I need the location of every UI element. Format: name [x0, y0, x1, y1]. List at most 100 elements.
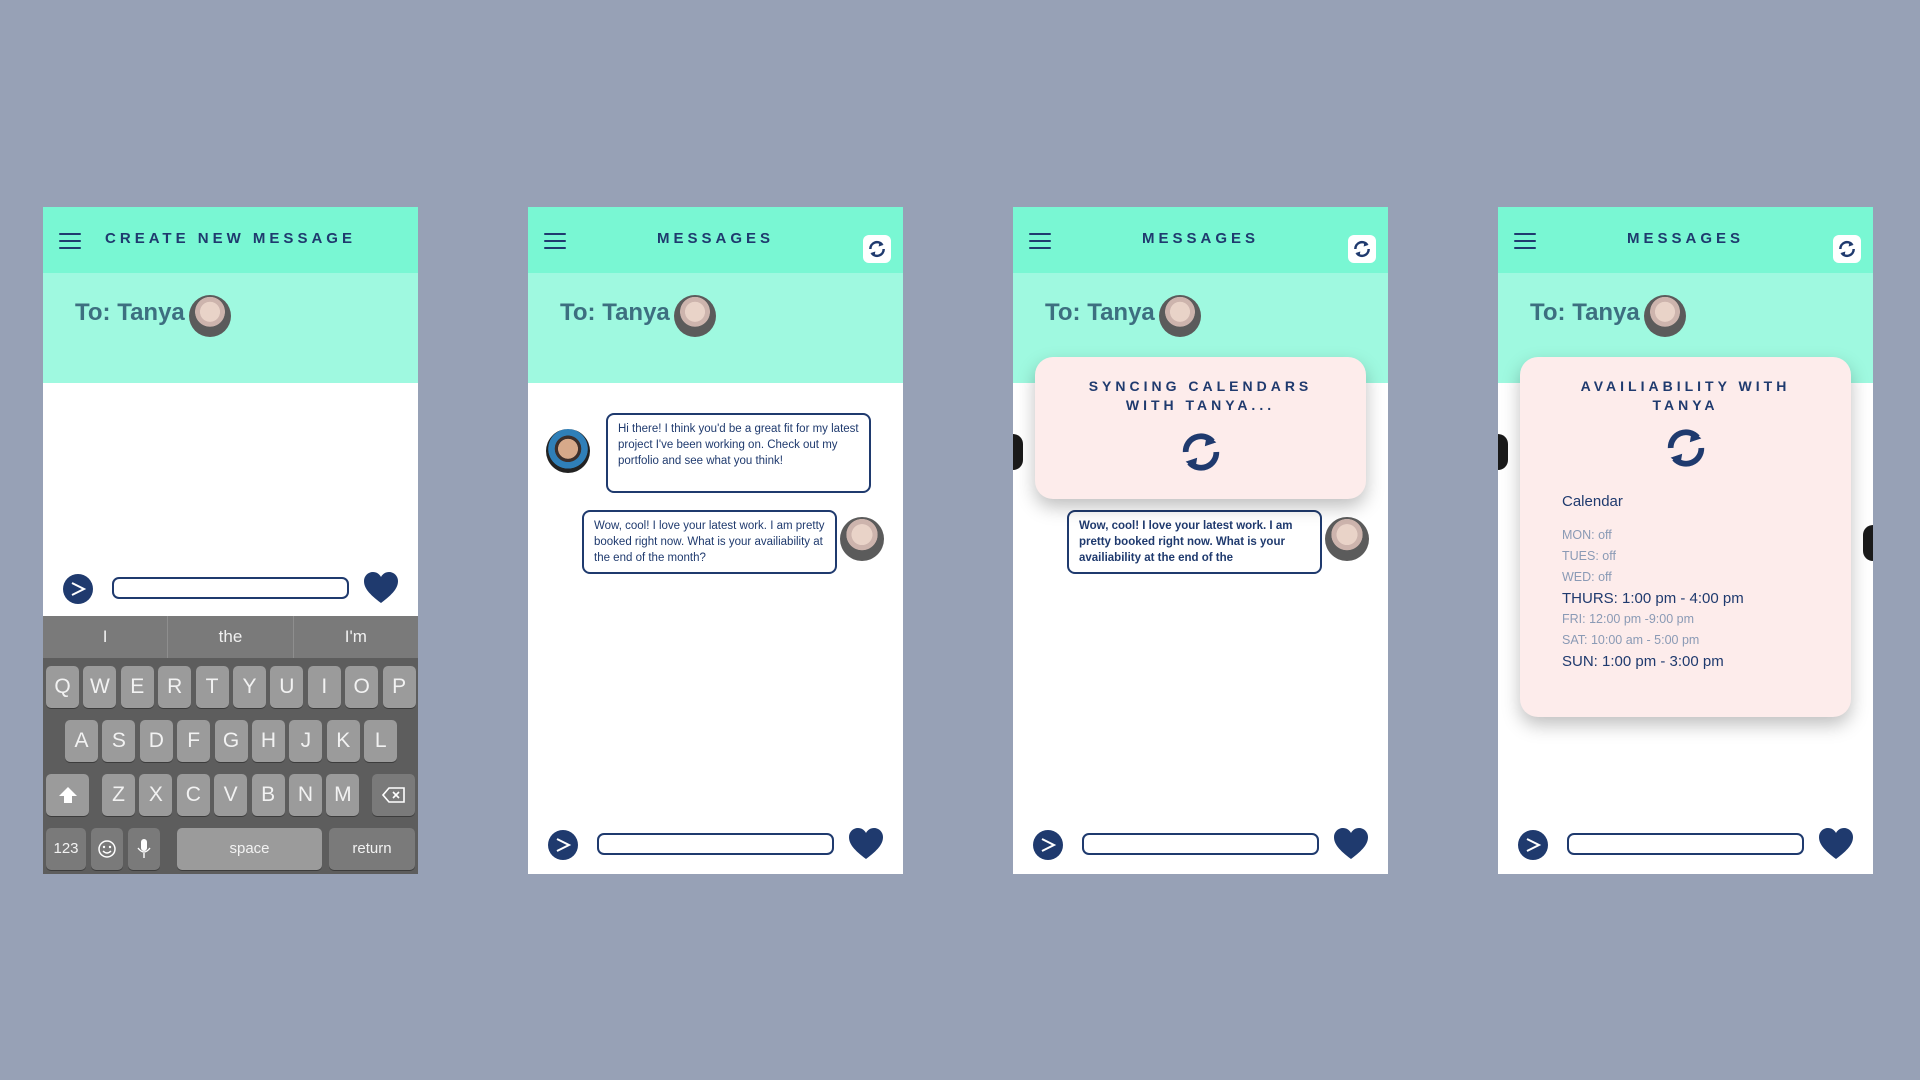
key-d[interactable]: D — [139, 720, 173, 762]
page-title: MESSAGES — [656, 230, 775, 247]
calendar-row: MON: off — [1562, 528, 1612, 542]
send-button[interactable] — [1518, 830, 1548, 860]
key-j[interactable]: J — [289, 720, 323, 762]
message-composer — [528, 824, 903, 864]
microphone-icon — [137, 839, 151, 858]
space-key[interactable]: space — [177, 828, 322, 870]
key-m[interactable]: M — [326, 774, 360, 816]
calendar-row: SUN: 1:00 pm - 3:00 pm — [1562, 653, 1724, 670]
send-button[interactable] — [548, 830, 578, 860]
key-i[interactable]: I — [307, 666, 341, 708]
header-bar: MESSAGES — [528, 207, 903, 273]
sync-button[interactable] — [1833, 235, 1861, 263]
key-z[interactable]: Z — [102, 774, 135, 816]
send-icon — [1041, 838, 1057, 852]
key-q[interactable]: Q — [46, 666, 79, 708]
message-bubble-reply: Wow, cool! I love your latest work. I am… — [1067, 510, 1322, 574]
key-e[interactable]: E — [120, 666, 154, 708]
keyboard: I the I'm QWERTYUIOP ASDFGHJKL ZXCVBNM 1… — [43, 616, 418, 874]
return-key[interactable]: return — [329, 828, 415, 870]
header-bar: CREATE NEW MESSAGE — [43, 207, 418, 273]
avatar — [1863, 525, 1873, 561]
message-bubble-reply: Wow, cool! I love your latest work. I am… — [582, 510, 837, 574]
recipient-label: To: Tanya — [75, 299, 185, 326]
key-p[interactable]: P — [382, 666, 416, 708]
emoji-key[interactable] — [91, 828, 123, 870]
key-l[interactable]: L — [364, 720, 398, 762]
key-u[interactable]: U — [270, 666, 304, 708]
sender-avatar — [1013, 434, 1023, 470]
sender-avatar — [546, 429, 590, 473]
sync-icon — [869, 240, 885, 258]
microphone-key[interactable] — [128, 828, 160, 870]
key-k[interactable]: K — [326, 720, 360, 762]
message-input[interactable] — [1082, 833, 1319, 855]
key-n[interactable]: N — [289, 774, 322, 816]
suggestion-item[interactable]: I — [43, 616, 169, 658]
calendar-list: MON: off TUES: off WED: off THURS: 1:00 pm … — [1562, 525, 1744, 672]
emoji-icon — [98, 840, 116, 858]
backspace-icon — [381, 787, 405, 803]
key-r[interactable]: R — [158, 666, 192, 708]
sender-avatar — [1498, 434, 1508, 470]
calendar-row: TUES: off — [1562, 549, 1616, 563]
backspace-key[interactable] — [372, 774, 415, 816]
heart-icon[interactable] — [363, 571, 399, 605]
key-y[interactable]: Y — [233, 666, 266, 708]
screen-create-new-message: CREATE NEW MESSAGE To: Tanya I the I'm Q… — [43, 207, 418, 874]
send-button[interactable] — [1033, 830, 1063, 860]
shift-icon — [58, 787, 77, 803]
heart-icon[interactable] — [1818, 827, 1854, 861]
sync-button[interactable] — [1348, 235, 1376, 263]
sync-button[interactable] — [863, 235, 891, 263]
recipient-area: To: Tanya — [43, 273, 418, 383]
send-button[interactable] — [63, 574, 93, 604]
calendar-row: SAT: 10:00 am - 5:00 pm — [1562, 633, 1700, 647]
page-title: MESSAGES — [1141, 230, 1260, 247]
recipient-label: To: Tanya — [1530, 299, 1640, 326]
sync-icon — [1839, 240, 1855, 258]
keyboard-row-3: ZXCVBNM — [43, 774, 418, 816]
send-icon — [71, 582, 87, 596]
screen-syncing: MESSAGES To: Tanya Wow, cool! I love you… — [1013, 207, 1388, 874]
heart-icon[interactable] — [1333, 827, 1369, 861]
syncing-dialog: SYNCING CALENDARS WITH TANYA... — [1035, 357, 1366, 499]
key-s[interactable]: S — [102, 720, 136, 762]
recipient-label: To: Tanya — [1045, 299, 1155, 326]
key-x[interactable]: X — [139, 774, 173, 816]
key-g[interactable]: G — [214, 720, 248, 762]
suggestion-item[interactable]: the — [168, 616, 294, 658]
key-c[interactable]: C — [176, 774, 210, 816]
numbers-key[interactable]: 123 — [46, 828, 86, 870]
header-bar: MESSAGES — [1013, 207, 1388, 273]
dialog-title: SYNCING CALENDARS WITH TANYA... — [1088, 378, 1313, 413]
shift-key[interactable] — [46, 774, 89, 816]
keyboard-row-2: ASDFGHJKL — [43, 720, 418, 762]
calendar-row: FRI: 12:00 pm -9:00 pm — [1562, 612, 1695, 626]
key-o[interactable]: O — [345, 666, 379, 708]
send-icon — [1526, 838, 1542, 852]
message-input[interactable] — [597, 833, 834, 855]
sync-icon — [1667, 429, 1704, 467]
screen-availability: MESSAGES To: Tanya AVAILIABILITY WITH TA… — [1498, 207, 1873, 874]
message-input[interactable] — [112, 577, 349, 599]
screen-messages: MESSAGES To: Tanya Hi there! I think you… — [528, 207, 903, 874]
key-t[interactable]: T — [195, 666, 229, 708]
keyboard-row-1: QWERTYUIOP — [43, 666, 418, 708]
key-w[interactable]: W — [83, 666, 117, 708]
heart-icon[interactable] — [848, 827, 884, 861]
key-a[interactable]: A — [65, 720, 98, 762]
message-input[interactable] — [1567, 833, 1804, 855]
send-icon — [556, 838, 572, 852]
recipient-label: To: Tanya — [560, 299, 670, 326]
calendar-row: THURS: 1:00 pm - 4:00 pm — [1562, 590, 1744, 607]
key-h[interactable]: H — [252, 720, 285, 762]
key-f[interactable]: F — [177, 720, 211, 762]
sync-icon — [1182, 433, 1219, 471]
key-v[interactable]: V — [214, 774, 248, 816]
suggestion-bar: I the I'm — [43, 616, 418, 658]
sync-icon — [1354, 240, 1370, 258]
suggestion-item[interactable]: I'm — [294, 616, 418, 658]
calendar-row: WED: off — [1562, 570, 1612, 584]
key-b[interactable]: B — [251, 774, 285, 816]
